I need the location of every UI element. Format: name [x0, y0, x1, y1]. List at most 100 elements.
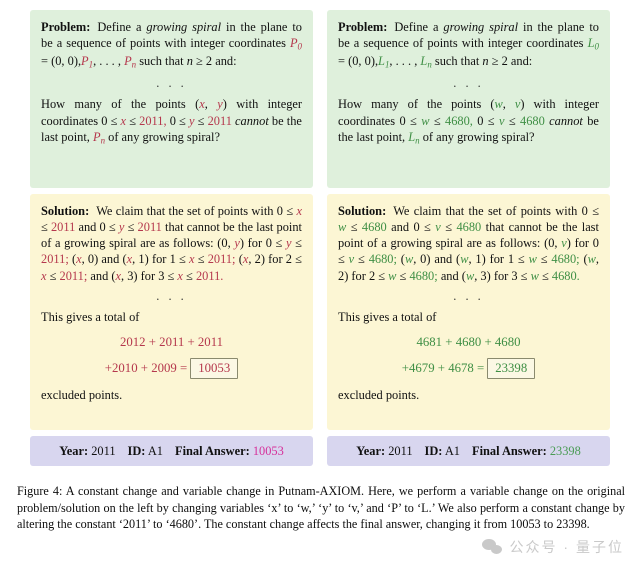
inequality-2-lower: 0 ≤ [169, 113, 186, 128]
set-2-variable-3: x [189, 252, 195, 267]
right-boxed-answer: 23398 [487, 357, 536, 380]
left-solution-box: Solution: We claim that the set of points… [30, 194, 313, 430]
last-point-subscript: n [415, 135, 420, 146]
inequality-2-bound: 4680 [520, 113, 545, 128]
point-l0-symbol: L [587, 36, 595, 51]
final-answer-label: Final Answer: [175, 444, 250, 458]
set-4-variable: w [465, 268, 475, 283]
set-2-mid-2: , 1) for 1 ≤ [132, 252, 186, 267]
inequality-2-rel: ≤ [197, 113, 205, 128]
range-1-bound: 2011 [50, 220, 76, 235]
set-2-mid: , 0) and ( [413, 252, 461, 267]
inequality-1-variable: x [120, 113, 127, 128]
set-2-variable: w [404, 252, 414, 267]
left-column: Problem: Define a growing spiral in the p… [30, 10, 313, 188]
problem-text-3: such that [139, 54, 184, 69]
id-value: A1 [444, 444, 461, 458]
cannot-emphasis: cannot [549, 113, 583, 128]
inequality-1-rel: ≤ [129, 113, 136, 128]
set-1-variable-2: y [286, 236, 292, 251]
problem-text-4: How many of the points [338, 97, 482, 112]
final-answer-value: 10053 [252, 444, 284, 458]
right-problem-box: Problem: Define a growing spiral in the p… [327, 10, 610, 188]
solution-text-1: We claim that the set of points with [393, 204, 578, 218]
inequality-1-rel: ≤ [433, 113, 441, 128]
final-answer-label: Final Answer: [472, 444, 547, 458]
year-label: Year: [59, 444, 89, 458]
set-1-rel: ≤ [295, 236, 302, 251]
set-2-mid: , 0) and ( [81, 252, 127, 267]
last-point-symbol: P [92, 129, 101, 144]
panel-grid: Problem: Define a growing spiral in the p… [30, 10, 610, 467]
left-solution-column: Solution: We claim that the set of points… [30, 194, 313, 430]
point-comma: , [204, 97, 208, 112]
id-label: ID: [127, 444, 146, 458]
set-4-bound: 4680. [551, 268, 580, 283]
figure-caption: Figure 4: A constant change and variable… [17, 484, 625, 532]
set-3-rel: ≤ [49, 268, 57, 283]
range-1-lower: 0 ≤ [581, 204, 599, 218]
range-1-lower: 0 ≤ [276, 204, 294, 218]
solution-row: Solution: We claim that the set of points… [30, 194, 610, 430]
range-2-bound: 2011 [137, 220, 162, 235]
variable-w: w [494, 97, 503, 112]
right-solution-column: Solution: We claim that the set of points… [327, 194, 610, 430]
set-3-rel: ≤ [399, 268, 407, 283]
problem-text-8: of any growing spiral? [422, 129, 535, 144]
range-conjunction: and [391, 220, 410, 235]
solution-ellipsis: . . . [453, 288, 484, 303]
point-paren-close: ) [520, 97, 525, 112]
last-point-subscript: n [100, 135, 106, 146]
set-3-bound: 4680; [409, 268, 438, 283]
set-4-rel: ≤ [186, 268, 193, 283]
set-1-prefix: (0, [217, 236, 231, 251]
left-sum-line-2: +2010 + 2009 = 10053 [41, 357, 302, 380]
inequality-1-lower: 0 ≤ [399, 113, 417, 128]
solution-ellipsis: . . . [156, 288, 187, 303]
set-2-rel: ≤ [197, 252, 205, 267]
right-meta-column: Year: 2011 ID: A1 Final Answer: 23398 [327, 436, 610, 467]
set-1-bound: 4680; [368, 252, 397, 267]
set-4-prefix: and ( [440, 268, 466, 283]
n-condition: ≥ 2 and: [196, 54, 237, 69]
watermark: 公众号 · 量子位 [481, 537, 624, 557]
range-1-variable: x [296, 204, 302, 218]
set-4-bound: 2011. [195, 268, 224, 283]
left-total-intro: This gives a total of [41, 309, 140, 324]
n-symbol: n [186, 54, 193, 69]
solution-lead-label: Solution: [41, 204, 90, 218]
set-4-rel: ≤ [541, 268, 549, 283]
point-comma: , [502, 97, 506, 112]
origin-coords: (0, 0), [348, 54, 379, 69]
problem-lead-label: Problem: [41, 20, 91, 34]
left-meta-column: Year: 2011 ID: A1 Final Answer: 10053 [30, 436, 313, 467]
final-answer-value: 23398 [549, 444, 581, 458]
set-1-mid: ) for 0 ≤ [239, 236, 283, 251]
point-l0-subscript: 0 [594, 41, 599, 52]
year-label: Year: [356, 444, 386, 458]
range-2-lower: 0 ≤ [413, 220, 431, 235]
point-pn-subscript: n [131, 59, 137, 70]
wechat-icon [481, 538, 503, 556]
problem-ellipsis: . . . [156, 76, 187, 91]
problem-text-8: of any growing spiral? [108, 129, 220, 144]
set-3-variable-2: w [388, 268, 397, 283]
set-3-variable-2: x [41, 268, 47, 283]
inequality-1-bound: 4680, [445, 113, 473, 128]
growing-spiral-term: growing spiral [146, 20, 222, 34]
set-1-bound: 2011; [41, 252, 69, 267]
right-solution-box: Solution: We claim that the set of points… [327, 194, 610, 430]
id-value: A1 [147, 444, 164, 458]
set-1-prefix: (0, [544, 236, 558, 251]
set-4-prefix: and ( [90, 268, 116, 283]
problem-text-1: Define a [97, 20, 142, 34]
metadata-row: Year: 2011 ID: A1 Final Answer: 10053 Year… [30, 436, 610, 467]
left-sum-line-1: 2012 + 2011 + 2011 [119, 334, 224, 349]
range-1-bound: 4680 [361, 220, 387, 235]
solution-text-1: We claim that the set of points with [96, 204, 274, 218]
inequality-1-lower: 0 ≤ [101, 113, 118, 128]
left-solution-claim: Solution: We claim that the set of points… [41, 203, 302, 284]
left-problem-question: How many of the points (x, y) with integ… [41, 96, 302, 146]
problem-lead-label: Problem: [338, 20, 388, 34]
set-4-variable-2: w [530, 268, 539, 283]
